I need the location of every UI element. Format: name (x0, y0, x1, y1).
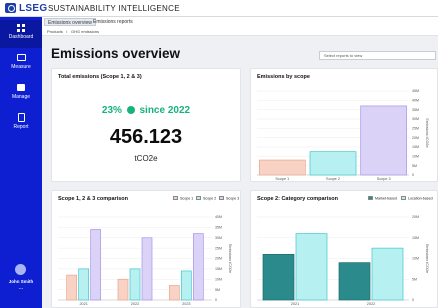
sidebar: Dashboard Measure Manage Report John Smi… (0, 17, 42, 308)
more-options-icon[interactable]: ... (0, 285, 42, 291)
x-tick-label: Scope 2 (326, 177, 340, 181)
dashboard-icon (17, 24, 25, 32)
y-tick-label: 20M (412, 136, 419, 140)
y-tick-label: 30M (215, 236, 222, 240)
y-tick-label: 5M (412, 164, 417, 168)
y-tick-label: 35M (215, 226, 222, 230)
scope-comparison-chart: 0 5M 10M 15M 20M 25M 30M 35M 40M Emissions tCO2e 2… (58, 215, 232, 306)
y-tick-label: 15M (412, 145, 419, 149)
bar (309, 151, 357, 176)
y-tick-label: 10M (412, 257, 419, 261)
sidebar-item-measure[interactable]: Measure (0, 50, 42, 78)
brand-name: LSEG (19, 3, 48, 14)
x-tick-label: Scope 3 (377, 177, 391, 181)
bar (295, 233, 328, 301)
breadcrumb-products[interactable]: Products (47, 29, 63, 34)
bar (360, 105, 408, 176)
bar (141, 237, 153, 301)
sidebar-item-dashboard[interactable]: Dashboard (0, 20, 42, 48)
y-tick-label: 35M (412, 108, 419, 112)
y-axis-label: Emissions tCO2e (425, 244, 429, 273)
change-percent: 23% (101, 105, 122, 116)
y-tick-label: 0 (412, 298, 414, 302)
monitor-icon (16, 54, 26, 61)
sidebar-item-label: Dashboard (8, 34, 34, 40)
scope2-category-chart: 0 5M 10M 15M 20M Emissions tCO2e 2021 2022 (257, 215, 429, 306)
page-title: Emissions overview (51, 46, 181, 61)
total-emissions-value: 456.123 (109, 126, 183, 148)
sidebar-item-report[interactable]: Report (0, 110, 42, 138)
y-tick-label: 0 (215, 298, 217, 302)
y-tick-label: 15M (215, 267, 222, 271)
sidebar-item-label: Report (13, 124, 29, 130)
emissions-by-scope-card: Emissions by scope 0 5M 10M 15M 20M 25M 30M 35M… (250, 68, 438, 182)
report-select-dropdown[interactable]: Select reports to view (319, 51, 436, 60)
y-tick-label: 40M (412, 99, 419, 103)
sidebar-item-label: Manage (11, 94, 31, 100)
bar (338, 262, 371, 301)
y-tick-label: 25M (412, 127, 419, 131)
y-axis-label: Emissions tCO2e (425, 118, 429, 147)
app-title: SUSTAINABILITY INTELLIGENCE (48, 4, 180, 13)
y-tick-label: 45M (412, 89, 419, 93)
y-tick-label: 20M (215, 257, 222, 261)
x-tick-label: Scope 1 (275, 177, 289, 181)
document-icon (17, 113, 25, 122)
top-bar: LSEG SUSTAINABILITY INTELLIGENCE (0, 0, 438, 17)
sidebar-item-label: Measure (11, 64, 31, 70)
change-indicator: 23% since 2022 (52, 105, 240, 116)
avatar[interactable] (15, 264, 26, 275)
y-tick-label: 20M (412, 215, 419, 219)
tab-emissions-overview[interactable]: Emissions overview (44, 18, 96, 26)
scope2-category-card: Scope 2: Category comparison Market-base… (250, 190, 438, 308)
y-tick-label: 10M (215, 277, 222, 281)
y-tick-label: 5M (215, 288, 220, 292)
bar (192, 233, 204, 301)
y-tick-label: 15M (412, 236, 419, 240)
breadcrumb-separator: / (66, 29, 68, 34)
x-tick-label: 2022 (367, 302, 375, 306)
bar (117, 278, 129, 301)
y-tick-label: 30M (412, 117, 419, 121)
lseg-logo-icon (5, 3, 16, 13)
breadcrumb: Products / GHG emissions (42, 27, 438, 36)
change-suffix: since 2022 (139, 105, 191, 116)
y-tick-label: 25M (215, 246, 222, 250)
y-tick-label: 0 (412, 173, 414, 177)
scope-comparison-card: Scope 1, 2 & 3 comparison Scope 1 Scope … (51, 190, 241, 308)
x-tick-label: 2023 (182, 302, 190, 306)
y-tick-label: 10M (412, 155, 419, 159)
bar (258, 159, 306, 176)
total-emissions-card: Total emissions (Scope 1, 2 & 3) 23% sin… (51, 68, 241, 182)
bar (78, 268, 90, 301)
emissions-by-scope-chart: 0 5M 10M 15M 20M 25M 30M 35M 40M 45M Emissions tCO… (257, 89, 429, 181)
x-tick-label: 2021 (291, 302, 299, 306)
card-title: Total emissions (Scope 1, 2 & 3) (58, 74, 142, 80)
bar (66, 274, 78, 301)
bar (262, 253, 295, 301)
breadcrumb-current: GHG emissions (71, 29, 100, 34)
y-tick-label: 5M (412, 277, 417, 281)
image-icon (17, 84, 25, 91)
trend-up-icon (126, 106, 135, 114)
bar (180, 270, 192, 301)
y-axis-label: Emissions tCO2e (228, 244, 232, 273)
y-tick-label: 40M (215, 215, 222, 219)
tab-emissions-reports[interactable]: Emissions reports (90, 18, 136, 26)
x-tick-label: 2022 (131, 302, 139, 306)
sidebar-item-manage[interactable]: Manage (0, 80, 42, 108)
bar (371, 247, 404, 301)
emissions-unit: tCO2e (134, 154, 158, 163)
bar (129, 268, 141, 301)
bar (168, 285, 180, 301)
user-name: John Smith (8, 279, 34, 284)
x-tick-label: 2021 (79, 302, 87, 306)
bar (90, 229, 102, 301)
tab-bar: Emissions overview Emissions reports (42, 17, 438, 27)
